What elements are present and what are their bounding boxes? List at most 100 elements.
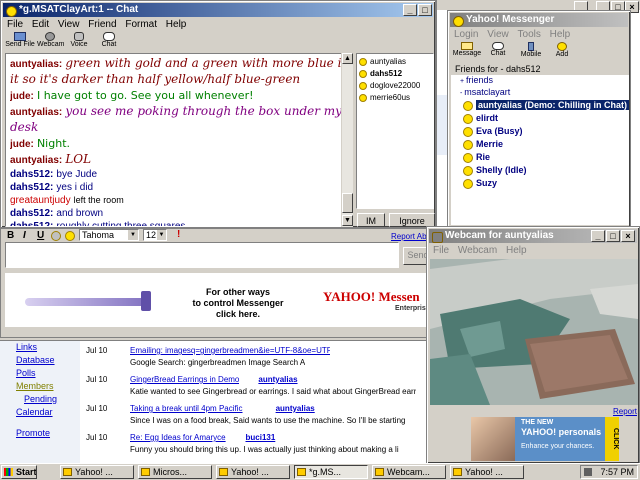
scroll-up-icon[interactable]: ▲ (342, 53, 353, 64)
chat-user[interactable]: auntyalias (359, 56, 431, 68)
message-sender[interactable]: auntyalias: (10, 155, 62, 166)
friend-item[interactable]: Eva (Busy) (463, 126, 523, 137)
message-sender[interactable]: auntyalias: (10, 107, 62, 118)
friend-item[interactable]: Suzy (463, 178, 497, 189)
friend-item[interactable]: Rie (463, 152, 490, 163)
taskbar-task-button[interactable]: Webcam... (372, 465, 446, 479)
messenger-chat-button[interactable]: Chat (486, 42, 510, 57)
message-sender[interactable]: jude: (10, 139, 34, 150)
message-sender[interactable]: auntyalias: (10, 59, 62, 70)
chat-user[interactable]: merrie60us (359, 92, 431, 104)
user-smiley-icon (359, 93, 367, 102)
font-size-select[interactable]: 12 ▼ (143, 229, 167, 241)
message-input[interactable] (5, 242, 399, 268)
friend-name: Eva (Busy) (476, 126, 523, 136)
start-button[interactable]: Start (1, 465, 37, 479)
chat-user[interactable]: doglove22000 (359, 80, 431, 92)
yahoo-personals-ad[interactable]: THE NEW YAHOO! personals Enhance your ch… (471, 417, 619, 461)
friend-name: Rie (476, 152, 491, 162)
tray-volume-icon[interactable] (584, 468, 592, 476)
chat-button[interactable]: Chat (97, 32, 121, 52)
send-file-button[interactable]: Send File (5, 32, 35, 52)
taskbar-task-button[interactable]: Yahoo! ... (450, 465, 524, 479)
group-sidebar-link[interactable]: Database (0, 354, 80, 367)
taskbar-task-button[interactable]: Micros... (138, 465, 212, 479)
message-sender[interactable]: dahs512: (10, 208, 53, 219)
message-author-link[interactable]: buci131 (246, 432, 276, 443)
size-dropdown-icon: ▼ (157, 230, 166, 240)
menu-help[interactable]: Help (550, 29, 571, 40)
taskbar-task-button[interactable]: Yahoo! ... (60, 465, 134, 479)
chat-user[interactable]: dahs512 (359, 68, 431, 80)
friend-item[interactable]: Merrie (463, 139, 503, 150)
menu-edit[interactable]: Edit (32, 19, 49, 30)
bold-button[interactable]: B (7, 230, 14, 241)
message-sender[interactable]: greatauntjudy (10, 195, 71, 206)
friend-item[interactable]: Shelly (Idle) (463, 165, 527, 176)
webcam-maximize-button[interactable]: □ (606, 230, 620, 242)
group-sidebar-link[interactable]: Members (0, 380, 80, 393)
group-sidebar-link[interactable]: Promote (0, 427, 80, 440)
chat-minimize-button[interactable]: _ (403, 4, 417, 16)
buzz-icon[interactable]: ! (177, 229, 180, 240)
color-picker-icon[interactable] (51, 231, 61, 241)
add-friend-button[interactable]: Add (550, 42, 574, 58)
message-text: Night. (36, 137, 71, 150)
message-author-link[interactable]: auntyalias (276, 403, 315, 414)
menu-tools[interactable]: Tools (518, 29, 541, 40)
smiley-icon[interactable] (65, 231, 75, 241)
message-subject-link[interactable]: Re: Egg Ideas for Amaryce (130, 432, 226, 443)
message-subject-link[interactable]: Taking a break until 4pm Pacific (130, 403, 243, 414)
friend-item[interactable]: auntyalias (Demo: Chilling in Chat) (463, 100, 630, 111)
font-select[interactable]: Tahoma ▼ (79, 229, 139, 241)
webcam-button[interactable]: Webcam (37, 32, 65, 52)
menu-help[interactable]: Help (166, 19, 187, 30)
menu-login[interactable]: Login (454, 29, 478, 40)
underline-button[interactable]: U (37, 230, 44, 241)
menu-format[interactable]: Format (125, 19, 157, 30)
chat-maximize-button[interactable]: □ (418, 4, 432, 16)
menu-webcam[interactable]: Webcam (458, 245, 497, 256)
chat-scrollbar[interactable]: ▲ ▼ (341, 53, 353, 227)
message-subject-link[interactable]: GingerBread Earrings in Demo (130, 374, 239, 385)
group-message-row: Jul 10 Emailing: imagesq=gingerbreadmen&i… (86, 345, 428, 374)
click-label: CLICK (605, 417, 619, 461)
chat-titlebar[interactable]: *g.MSATClayArt:1 -- Chat (3, 3, 433, 17)
message-text: it so it's darker than half yellow/half … (10, 72, 301, 86)
message-sender[interactable]: dahs512: (10, 182, 53, 193)
menu-file[interactable]: File (433, 245, 449, 256)
message-subject-link[interactable]: Emailing: imagesq=gingerbreadmen&ie=UTF-… (130, 345, 330, 356)
message-sender[interactable]: jude: (10, 91, 34, 102)
group-sidebar-link[interactable]: Polls (0, 367, 80, 380)
menu-file[interactable]: File (7, 19, 23, 30)
webcam-close-button[interactable]: × (621, 230, 635, 242)
ignore-user-button[interactable]: Ignore User (389, 213, 435, 240)
scroll-down-icon[interactable]: ▼ (342, 215, 353, 226)
message-author-link[interactable]: auntyalias (258, 374, 297, 385)
taskbar-task-button[interactable]: *g.MS... (294, 465, 368, 479)
messenger-ad-banner[interactable]: For other ways to control Messenger clic… (5, 273, 433, 327)
taskbar-task-button[interactable]: Yahoo! ... (216, 465, 290, 479)
group-sidebar-link[interactable]: Pending (0, 393, 80, 406)
menu-help[interactable]: Help (506, 245, 527, 256)
chat-menubar: File Edit View Friend Format Help (4, 18, 432, 32)
italic-button[interactable]: I (23, 230, 26, 241)
group-sidebar-link[interactable]: Links (0, 341, 80, 354)
menu-view[interactable]: View (487, 29, 509, 40)
friend-name: auntyalias (Demo: Chilling in Chat) (476, 100, 630, 110)
group-sidebar-link[interactable]: Calendar (0, 406, 80, 419)
friend-item[interactable]: elirdt (463, 113, 498, 124)
menu-view[interactable]: View (58, 19, 80, 30)
im-button[interactable]: IM (357, 213, 385, 227)
message-sender[interactable]: dahs512: (10, 221, 53, 226)
voice-button[interactable]: Voice (67, 32, 91, 52)
group-friends[interactable]: + friends (460, 75, 493, 87)
webcam-minimize-button[interactable]: _ (591, 230, 605, 242)
mobile-button[interactable]: Mobile (518, 42, 544, 58)
message-button[interactable]: Message (452, 42, 482, 57)
scroll-thumb[interactable] (342, 193, 353, 213)
group-msatclayart[interactable]: - msatclayart (460, 87, 510, 99)
message-sender[interactable]: dahs512: (10, 169, 53, 180)
messenger-titlebar[interactable]: Yahoo! Messenger (450, 13, 628, 27)
menu-friend[interactable]: Friend (88, 19, 116, 30)
